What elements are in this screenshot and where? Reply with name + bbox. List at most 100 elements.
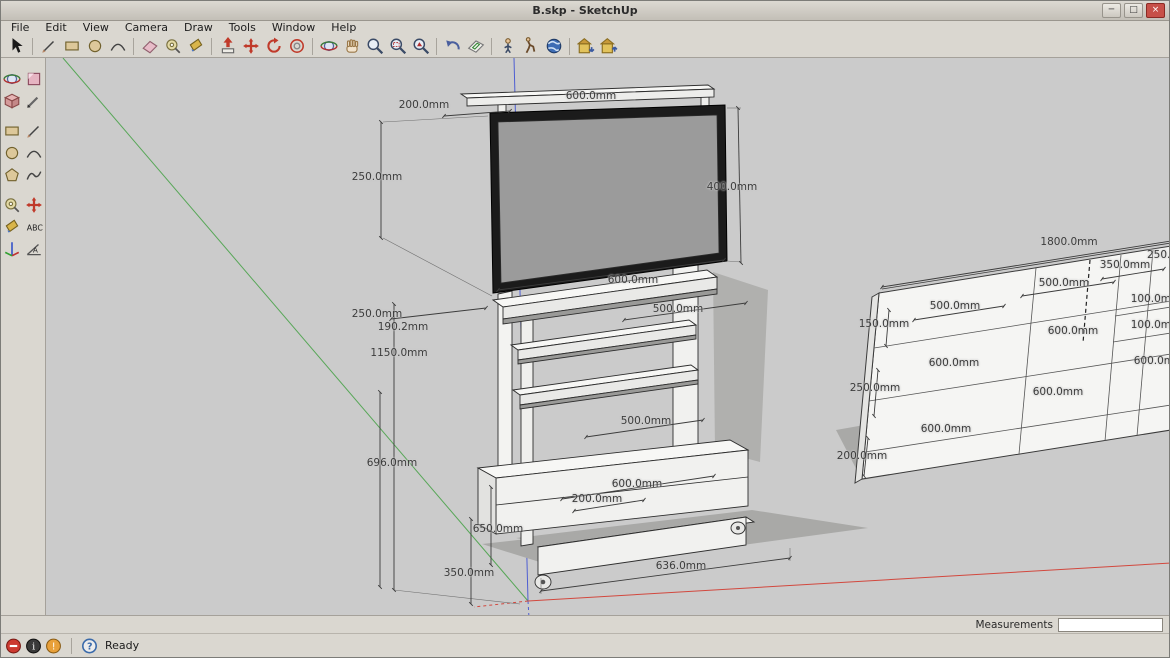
measurements-bar: Measurements [1, 615, 1169, 633]
walk-icon[interactable] [519, 36, 542, 57]
dimension-label: 650.0mm [473, 523, 524, 535]
model-scene [46, 58, 1169, 615]
paint-bucket-icon[interactable] [2, 216, 23, 237]
orbit-icon[interactable] [2, 68, 23, 89]
eraser-icon[interactable] [138, 36, 161, 57]
zoom-window-icon[interactable] [386, 36, 409, 57]
freehand-icon[interactable] [24, 164, 45, 185]
dimension-label: 500.0mm [621, 415, 672, 427]
pan-icon[interactable] [340, 36, 363, 57]
menu-camera[interactable]: Camera [117, 21, 176, 35]
orbit-icon[interactable] [317, 36, 340, 57]
status-bar: i! ? Ready [1, 633, 1169, 657]
pencil-icon[interactable] [24, 90, 45, 111]
component-icon[interactable] [2, 90, 23, 111]
fix-problems-icon[interactable] [5, 637, 22, 654]
dimension-label: 200.0mm [837, 450, 888, 462]
paint-face-icon[interactable] [24, 68, 45, 89]
dimension-label: 100.0mm [1131, 319, 1169, 331]
line-icon[interactable] [24, 120, 45, 141]
dimension-label: 600.0mm [1048, 325, 1099, 337]
dimension-label: 600.0mm [612, 478, 663, 490]
svg-text:?: ? [87, 641, 93, 652]
tape-measure-icon[interactable] [161, 36, 184, 57]
polygon-icon[interactable] [2, 164, 23, 185]
get-models-icon[interactable] [574, 36, 597, 57]
dimension-label: 250.0mm [352, 308, 403, 320]
dimension-label: 500.0mm [930, 300, 981, 312]
select-icon[interactable] [5, 36, 28, 57]
dimension-label: 250.0mm [850, 382, 901, 394]
menu-edit[interactable]: Edit [37, 21, 74, 35]
dimension-label: 500.0mm [1039, 277, 1090, 289]
dimension-label: 100.0mm [1131, 293, 1169, 305]
toolbar-separator [133, 38, 134, 55]
text-icon[interactable]: ABC [24, 216, 45, 237]
maximize-button[interactable]: □ [1124, 3, 1143, 18]
dimension-label: 600.0mm [566, 90, 617, 102]
circle-icon[interactable] [2, 142, 23, 163]
measurements-label: Measurements [975, 619, 1053, 631]
arc-icon[interactable] [24, 142, 45, 163]
dimension-label: 500.0mm [653, 303, 704, 315]
viewport[interactable]: 200.0mm 600.0mm 250.0mm 400.0mm 600.0mm 250.0… [46, 58, 1169, 615]
menu-draw[interactable]: Draw [176, 21, 221, 35]
dimension-label: 200.0mm [572, 493, 623, 505]
toolbar-separator [211, 38, 212, 55]
rectangle-icon[interactable] [60, 36, 83, 57]
zoom-icon[interactable] [363, 36, 386, 57]
left-toolbar-gap [1, 186, 45, 193]
offset-icon[interactable] [285, 36, 308, 57]
rotate-icon[interactable] [262, 36, 285, 57]
left-toolbar: ABCA [1, 58, 46, 615]
menu-window[interactable]: Window [264, 21, 323, 35]
menu-help[interactable]: Help [323, 21, 364, 35]
arc-icon[interactable] [106, 36, 129, 57]
section-plane-icon[interactable] [464, 36, 487, 57]
move-icon[interactable] [239, 36, 262, 57]
menu-file[interactable]: File [3, 21, 37, 35]
status-icons: i! [5, 637, 62, 654]
dimension-label: 250.0mm [352, 171, 403, 183]
dimension-label: 150.0mm [859, 318, 910, 330]
dimension-label: 350.0mm [1100, 259, 1151, 271]
statusbar-separator [71, 638, 72, 654]
line-icon[interactable] [37, 36, 60, 57]
sketchup-window: B.skp - SketchUp ─ □ × FileEditViewCamer… [0, 0, 1170, 658]
info-icon[interactable]: i [25, 637, 42, 654]
dimension-label: 350.0mm [444, 567, 495, 579]
tape-measure-icon[interactable] [2, 194, 23, 215]
close-button[interactable]: × [1146, 3, 1165, 18]
tv[interactable] [490, 105, 727, 293]
left-toolbar-gap [1, 112, 45, 119]
claim-icon[interactable]: ! [45, 637, 62, 654]
push-pull-icon[interactable] [216, 36, 239, 57]
share-models-icon[interactable] [597, 36, 620, 57]
dimension-label: 600.0mm [608, 274, 659, 286]
dimension-label: 200.0mm [399, 99, 450, 111]
protractor-icon[interactable]: A [24, 238, 45, 259]
minimize-button[interactable]: ─ [1102, 3, 1121, 18]
position-camera-icon[interactable] [496, 36, 519, 57]
toolbar-separator [491, 38, 492, 55]
dimension-label: 250.0 [1147, 249, 1169, 261]
google-earth-icon[interactable] [542, 36, 565, 57]
cutting-board[interactable] [855, 243, 1169, 483]
rectangle-icon[interactable] [2, 120, 23, 141]
measurements-input[interactable] [1058, 618, 1163, 632]
paint-bucket-icon[interactable] [184, 36, 207, 57]
dimension-label: 636.0mm [656, 560, 707, 572]
zoom-extents-icon[interactable] [409, 36, 432, 57]
move-icon[interactable] [24, 194, 45, 215]
dimension-label: 400.0mm [707, 181, 758, 193]
menu-bar: FileEditViewCameraDrawToolsWindowHelp [1, 21, 1169, 35]
help-icon[interactable]: ? [81, 637, 98, 654]
circle-icon[interactable] [83, 36, 106, 57]
axes-icon[interactable] [2, 238, 23, 259]
title-bar[interactable]: B.skp - SketchUp ─ □ × [1, 1, 1169, 21]
dimension-label: 600.0mm [1033, 386, 1084, 398]
previous-icon[interactable] [441, 36, 464, 57]
menu-tools[interactable]: Tools [221, 21, 264, 35]
main-toolbar [1, 35, 1169, 58]
menu-view[interactable]: View [75, 21, 117, 35]
